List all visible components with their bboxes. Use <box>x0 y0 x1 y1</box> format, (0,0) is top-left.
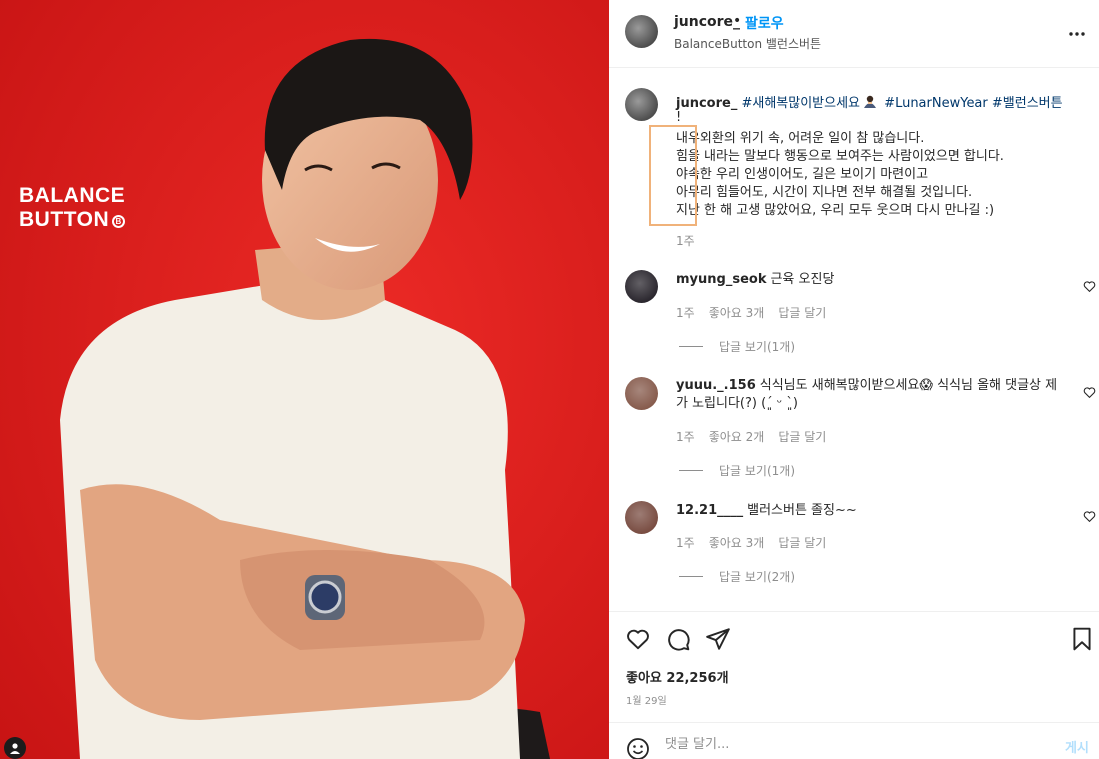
reply-button[interactable]: 답글 달기 <box>778 536 826 550</box>
comment-body: myung_seok 근육 오진당 <box>676 271 1060 289</box>
highlight-annotation-box <box>649 125 697 226</box>
view-replies-label: 답글 보기(1개) <box>719 464 796 478</box>
send-icon[interactable] <box>705 626 731 652</box>
comment-time[interactable]: 1주 <box>676 306 695 320</box>
comment-username[interactable]: 12.21____ <box>676 503 743 518</box>
comment-username[interactable]: myung_seok <box>676 272 766 287</box>
bowing-person-emoji-icon <box>860 95 880 111</box>
follow-button[interactable]: 팔로우 <box>745 13 784 33</box>
caption-first-line: juncore_ #새해복많이받으세요 #LunarNewYear #밸런스버튼 <box>676 92 1063 111</box>
comment-likes[interactable]: 좋아요 3개 <box>709 536 765 550</box>
brand-logo: BALANCE BUTTON B <box>19 184 126 232</box>
post-photo[interactable]: BALANCE BUTTON B <box>0 0 609 759</box>
post-comment-button[interactable]: 게시 <box>1065 737 1089 756</box>
hashtag-balancebutton[interactable]: #밸런스버튼 <box>992 96 1063 111</box>
replies-divider <box>679 576 703 577</box>
caption-line: 야속한 우리 인생이어도, 길은 보이기 마련이고 <box>676 167 929 182</box>
comment-meta: 1주 좋아요 2개 답글 달기 <box>676 428 840 445</box>
bookmark-icon[interactable] <box>1069 626 1095 652</box>
author-avatar[interactable] <box>625 15 658 48</box>
author-username[interactable]: juncore_ <box>674 14 740 30</box>
post-location[interactable]: BalanceButton 밸런스버튼 <box>674 35 821 52</box>
comment-avatar[interactable] <box>625 377 658 410</box>
caption-line: 힘을 내라는 말보다 행동으로 보여주는 사람이었으면 합니다. <box>676 149 1004 164</box>
brand-line-2: BUTTON <box>19 208 110 231</box>
comment-like-heart-icon[interactable] <box>1083 510 1096 523</box>
comment-like-heart-icon[interactable] <box>1083 280 1096 293</box>
comment-likes[interactable]: 좋아요 3개 <box>709 306 765 320</box>
comment-meta: 1주 좋아요 3개 답글 달기 <box>676 534 840 551</box>
comment-time[interactable]: 1주 <box>676 430 695 444</box>
caption-timestamp[interactable]: 1주 <box>676 232 695 249</box>
comment-meta: 1주 좋아요 3개 답글 달기 <box>676 304 840 321</box>
smiley-icon[interactable] <box>626 737 650 759</box>
comment-text: 근육 오진당 <box>770 272 835 287</box>
person-icon <box>10 743 20 754</box>
replies-divider <box>679 470 703 471</box>
reply-button[interactable]: 답글 달기 <box>778 306 826 320</box>
caption-username[interactable]: juncore_ <box>676 96 737 111</box>
caption-author-avatar[interactable] <box>625 88 658 121</box>
post-header: juncore_ • 팔로우 BalanceButton 밸런스버튼 <box>609 0 1099 68</box>
replies-divider <box>679 346 703 347</box>
comment-username[interactable]: yuuu._.156 <box>676 378 756 393</box>
comment-time[interactable]: 1주 <box>676 536 695 550</box>
post-actions <box>609 611 1099 721</box>
tagged-users-button[interactable] <box>4 737 26 759</box>
comment-input[interactable] <box>665 737 1045 752</box>
heart-icon[interactable] <box>625 626 651 652</box>
more-options-icon[interactable] <box>1068 22 1086 41</box>
comment-avatar[interactable] <box>625 270 658 303</box>
comment-like-heart-icon[interactable] <box>1083 386 1096 399</box>
hashtag-newyear[interactable]: #새해복많이받으세요 <box>741 96 860 111</box>
header-separator: • <box>733 13 742 29</box>
brand-line-1: BALANCE <box>19 184 126 207</box>
brand-badge-icon: B <box>112 215 126 228</box>
hashtag-lunarnewyear[interactable]: #LunarNewYear <box>884 96 988 111</box>
add-comment-bar: 게시 <box>609 722 1099 759</box>
caption-line: 아무리 힘들어도, 시간이 지나면 전부 해결될 것입니다. <box>676 185 973 200</box>
caption-exclamation: ! <box>676 110 682 125</box>
view-replies-label: 답글 보기(2개) <box>719 570 796 584</box>
comment-body: 12.21____ 밸러스버튼 졸징~~ <box>676 502 1060 520</box>
view-replies-button[interactable]: 답글 보기(2개) <box>679 568 795 585</box>
view-replies-button[interactable]: 답글 보기(1개) <box>679 462 795 479</box>
post-side-panel: juncore_ • 팔로우 BalanceButton 밸런스버튼 junco… <box>609 0 1099 759</box>
portrait-image <box>0 0 609 759</box>
view-replies-label: 답글 보기(1개) <box>719 340 796 354</box>
comment-text: 밸러스버튼 졸징~~ <box>747 503 857 518</box>
caption-line: 지난 한 해 고생 많았어요, 우리 모두 웃으며 다시 만나길 :) <box>676 203 995 218</box>
comment-icon[interactable] <box>665 626 691 652</box>
comment-avatar[interactable] <box>625 501 658 534</box>
post-date[interactable]: 1월 29일 <box>626 692 667 707</box>
reply-button[interactable]: 답글 달기 <box>778 430 826 444</box>
likes-count[interactable]: 좋아요 22,256개 <box>626 667 729 686</box>
comment-likes[interactable]: 좋아요 2개 <box>709 430 765 444</box>
view-replies-button[interactable]: 답글 보기(1개) <box>679 338 795 355</box>
caption-line: 내우외환의 위기 속, 어려운 일이 참 많습니다. <box>676 131 925 146</box>
comment-body: yuuu._.156 식식님도 새해복많이받으세요😱 식식님 올해 댓글상 제가 … <box>676 377 1060 413</box>
